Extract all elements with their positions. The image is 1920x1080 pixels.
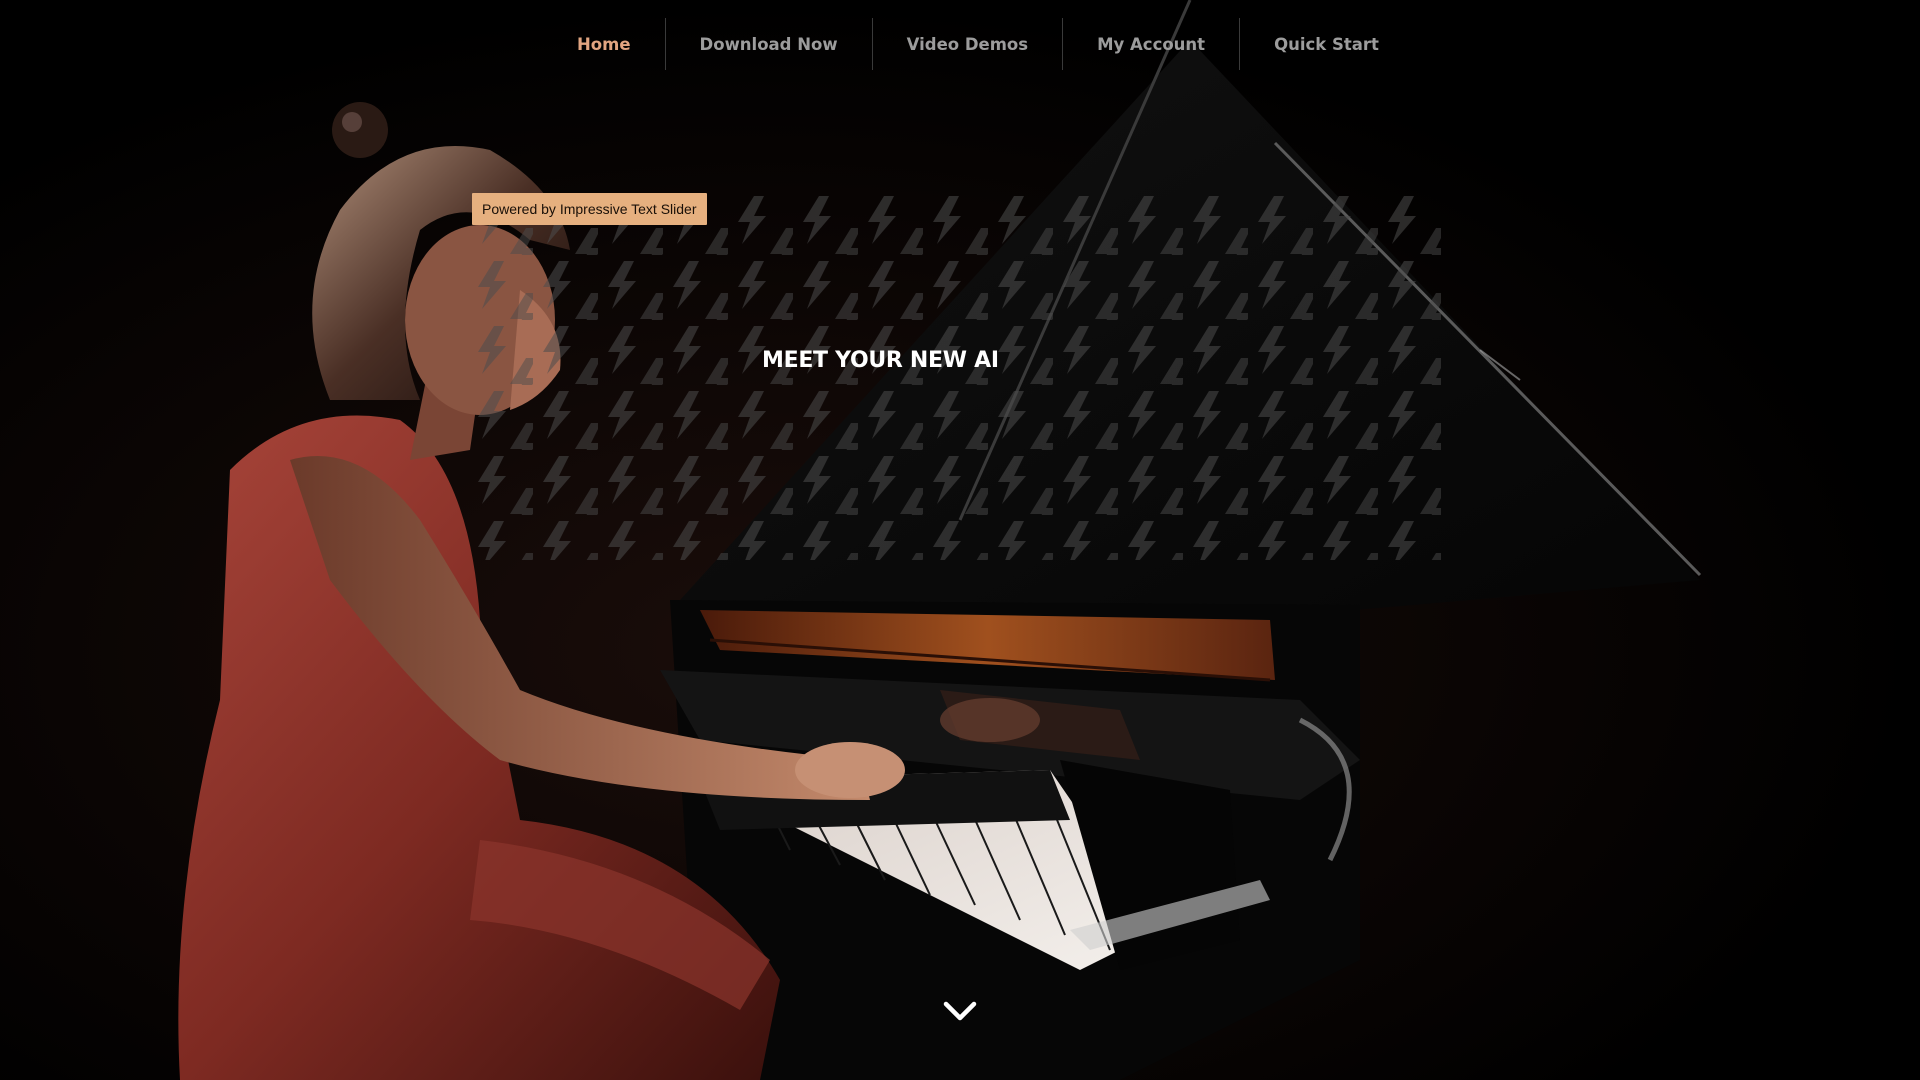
slider-headline: MEET YOUR NEW AI <box>762 348 999 373</box>
chevron-down-icon[interactable] <box>940 996 980 1028</box>
nav-item-video-demos[interactable]: Video Demos <box>871 18 1062 70</box>
nav-item-download-now[interactable]: Download Now <box>664 18 872 70</box>
nav-item-my-account[interactable]: My Account <box>1062 18 1239 70</box>
slider-pattern-overlay <box>468 190 1441 560</box>
nav-menu: Home Download Now Video Demos My Account… <box>543 18 1413 70</box>
main-navigation: Home Download Now Video Demos My Account… <box>0 0 1920 86</box>
nav-item-quick-start[interactable]: Quick Start <box>1239 18 1413 70</box>
page: Home Download Now Video Demos My Account… <box>0 0 1920 1080</box>
powered-by-badge[interactable]: Powered by Impressive Text Slider <box>472 193 707 225</box>
nav-item-home[interactable]: Home <box>543 18 665 70</box>
